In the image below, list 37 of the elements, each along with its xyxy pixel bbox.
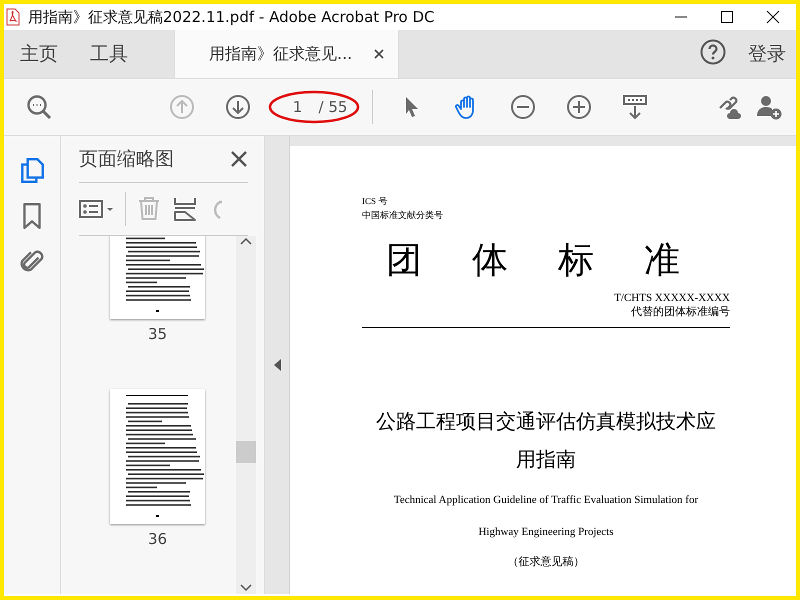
page-number: 36 [148,530,168,548]
draft-label: （征求意见稿） [506,555,586,569]
close-icon[interactable] [766,10,780,24]
classification-label: 中国标准文献分类号 [362,209,443,222]
scroll-mode-icon[interactable] [622,94,648,120]
zoom-in-icon[interactable] [566,94,592,120]
thumbnail-options-icon[interactable] [79,197,115,221]
scrollbar-thumb[interactable] [236,441,256,463]
tab-title: 用指南》征求意见... [209,44,352,64]
document-title: 公路工程项目交通评估仿真模拟技术应用指南 [375,408,717,473]
page-number: 35 [148,325,168,343]
sign-in-button[interactable]: 登录 [726,30,796,78]
panel-title: 页面缩略图 [79,147,175,172]
nav-tab[interactable]: 工具 [74,30,144,78]
collapse-panel-icon[interactable] [272,359,282,371]
ics-label: ICS 号 [362,195,388,208]
page-number-field[interactable]: 1 [280,97,315,117]
search-icon[interactable] [26,94,52,120]
standard-number: T/CHTS XXXXX-XXXX [614,291,730,305]
zoom-out-icon[interactable] [510,94,536,120]
english-title: Technical Application Guideline of Traffic Evaluation Simulation for [392,494,700,506]
scroll-down-icon[interactable] [239,582,253,594]
close-icon[interactable] [374,49,384,59]
window-title: 用指南》征求意见稿2022.11.pdf - Adobe Acrobat Pro DC [28,8,436,26]
page-thumbnail[interactable] [110,389,205,524]
page-total: / 55 [318,98,348,116]
replaces-label: 代替的团体标准编号 [631,305,730,319]
maximize-icon[interactable] [720,10,734,24]
close-panel-button[interactable] [230,150,248,168]
scrollbar[interactable] [236,236,256,594]
english-title: Highway Engineering Projects [477,526,615,538]
add-user-icon[interactable] [756,94,782,120]
document-heading: 团体标准 [386,239,730,283]
help-icon[interactable] [700,39,726,65]
document-tab[interactable]: 用指南》征求意见... [174,30,400,78]
nav-tab[interactable]: 主页 [4,30,74,78]
extract-pages-icon[interactable] [172,196,198,222]
